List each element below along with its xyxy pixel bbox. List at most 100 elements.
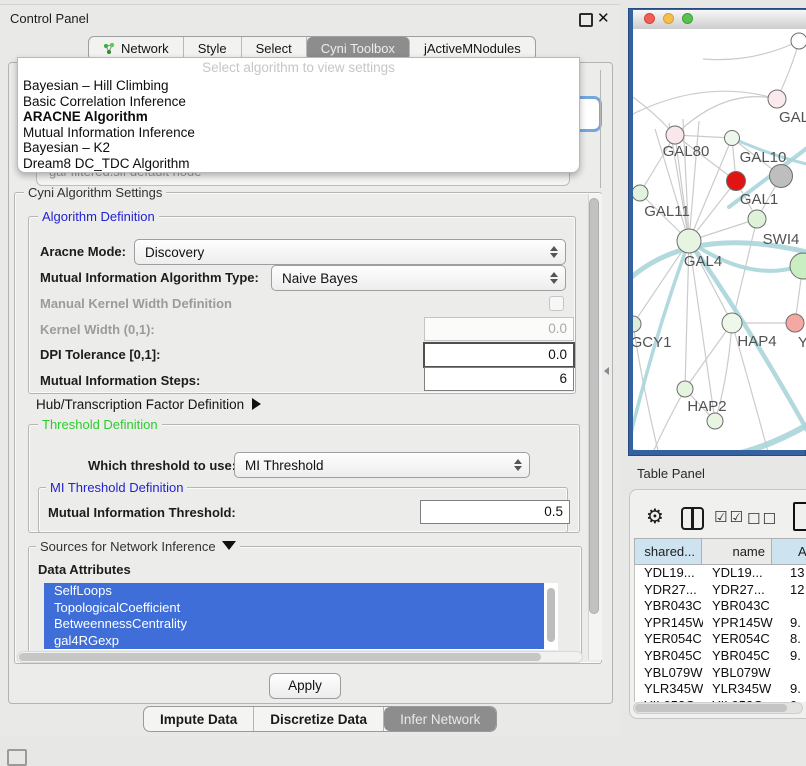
close-traffic-light[interactable]: [644, 13, 655, 24]
attributes-scrollbar[interactable]: [547, 588, 555, 642]
table-cell[interactable]: 9.: [773, 615, 806, 632]
algorithm-option-basic-correlation-inference[interactable]: Basic Correlation Inference: [18, 94, 579, 110]
table-row[interactable]: YLR345WYLR345W9.: [635, 681, 806, 698]
attribute-item-topologicalcoefficient[interactable]: TopologicalCoefficient: [44, 600, 544, 617]
network-node-gal11[interactable]: [633, 185, 648, 201]
tab-infer-network[interactable]: Infer Network: [384, 707, 496, 731]
algorithm-option-aracne-algorithm[interactable]: ARACNE Algorithm: [18, 109, 579, 125]
table-cell[interactable]: YER054C: [635, 631, 703, 648]
network-canvas[interactable]: GALGAL80GAL10GAL1GAL11SWI4GAL4GCY1HAP4YH…: [633, 29, 806, 450]
column-header-a[interactable]: A: [772, 538, 806, 565]
attribute-item-selfloops[interactable]: SelfLoops: [44, 583, 544, 600]
network-node-gal10-gray[interactable]: [770, 165, 793, 188]
dpi-tolerance-field[interactable]: 0.0: [423, 342, 575, 368]
network-edge[interactable]: [633, 241, 689, 324]
gear-icon[interactable]: ⚙: [646, 504, 664, 528]
minimize-traffic-light[interactable]: [663, 13, 674, 24]
settings-vertical-scrollbar-thumb[interactable]: [589, 198, 599, 614]
hub-section-toggle[interactable]: Hub/Transcription Factor Definition: [36, 397, 261, 412]
algorithm-option-mutual-information-inference[interactable]: Mutual Information Inference: [18, 125, 579, 141]
network-edge[interactable]: [675, 97, 777, 135]
table-cell[interactable]: [773, 598, 806, 615]
mi-steps-field[interactable]: 6: [424, 367, 574, 391]
table-cell[interactable]: YER054C: [703, 631, 773, 648]
table-cell[interactable]: YBR045C: [703, 648, 773, 665]
tab-discretize-data[interactable]: Discretize Data: [254, 707, 384, 731]
network-node-gal10[interactable]: [725, 131, 740, 146]
network-node-top-partial[interactable]: [791, 33, 806, 49]
table-horizontal-scrollbar-thumb[interactable]: [635, 704, 787, 712]
zoom-traffic-light[interactable]: [682, 13, 693, 24]
algorithm-option-dream8-dc-tdc-algorithm[interactable]: Dream8 DC_TDC Algorithm: [18, 156, 579, 172]
dpi-tolerance-label: DPI Tolerance [0,1]:: [40, 347, 160, 362]
network-node-hap4[interactable]: [722, 313, 742, 333]
table-cell[interactable]: YBR043C: [703, 598, 773, 615]
data-attributes-list[interactable]: SelfLoopsTopologicalCoefficientBetweenne…: [44, 583, 558, 650]
attribute-item-betweennesscentrality[interactable]: BetweennessCentrality: [44, 616, 544, 633]
close-icon[interactable]: ✕: [597, 9, 610, 27]
network-edge[interactable]: [703, 41, 799, 60]
algorithm-option-bayesian-hill-climbing[interactable]: Bayesian – Hill Climbing: [18, 78, 579, 94]
column-header-shared[interactable]: shared...: [634, 538, 702, 565]
column-header-name[interactable]: name: [702, 538, 772, 565]
network-node-left-partial[interactable]: [633, 316, 641, 332]
aracne-mode-combo[interactable]: Discovery: [134, 239, 566, 265]
table-row[interactable]: YBR045CYBR045C9.: [635, 648, 806, 665]
network-node-swi4[interactable]: [748, 210, 766, 228]
columns-icon[interactable]: [681, 507, 704, 530]
table-cell[interactable]: 12: [773, 582, 806, 599]
export-table-icon[interactable]: [793, 502, 806, 531]
network-node-label: GAL4: [684, 253, 722, 270]
minimized-panel-icon[interactable]: [7, 749, 27, 766]
table-row[interactable]: YPR145WYPR145W9.: [635, 615, 806, 632]
network-node-hap2[interactable]: [677, 381, 693, 397]
table-cell[interactable]: YBL079W: [635, 665, 703, 682]
table-cell[interactable]: YDL19...: [635, 565, 703, 582]
tab-impute-data[interactable]: Impute Data: [144, 707, 254, 731]
table-cell[interactable]: YDR27...: [703, 582, 773, 599]
table-cell[interactable]: YLR345W: [703, 681, 773, 698]
table-cell[interactable]: YPR145W: [635, 615, 703, 632]
apply-button[interactable]: Apply: [269, 673, 341, 699]
network-node-gal1[interactable]: [727, 172, 746, 191]
table-cell[interactable]: YPR145W: [703, 615, 773, 632]
table-cell[interactable]: 8.: [773, 631, 806, 648]
table-row[interactable]: YBR043CYBR043C: [635, 598, 806, 615]
panel-divider-grip[interactable]: [604, 367, 609, 375]
algorithm-option-bayesian-k2[interactable]: Bayesian – K2: [18, 140, 579, 156]
table-cell[interactable]: YLR345W: [635, 681, 703, 698]
kernel-width-field[interactable]: 0.0: [424, 317, 574, 341]
table-row[interactable]: YER054CYER054C8.: [635, 631, 806, 648]
table-cell[interactable]: 13: [773, 565, 806, 582]
network-node-gal80[interactable]: [666, 126, 684, 144]
table-cell[interactable]: YBR043C: [635, 598, 703, 615]
manual-kernel-checkbox[interactable]: [549, 296, 564, 311]
table-cell[interactable]: [773, 665, 806, 682]
settings-horizontal-scrollbar-thumb[interactable]: [19, 653, 541, 661]
network-node-gal-partial[interactable]: [768, 90, 786, 108]
table-row[interactable]: YDR27...YDR27...12: [635, 582, 806, 599]
select-all-checkboxes-icon[interactable]: ☑☑: [714, 508, 745, 526]
network-node-big-right[interactable]: [790, 253, 806, 279]
table-row[interactable]: YBL079WYBL079W: [635, 665, 806, 682]
float-panel-icon[interactable]: [579, 13, 593, 27]
which-threshold-combo[interactable]: MI Threshold: [234, 452, 530, 478]
table-cell[interactable]: YBR045C: [635, 648, 703, 665]
mi-type-combo[interactable]: Naive Bayes: [271, 265, 566, 291]
network-edge[interactable]: [633, 91, 777, 117]
table-row[interactable]: YDL19...YDL19...13: [635, 565, 806, 582]
table-cell[interactable]: 9.: [773, 648, 806, 665]
sources-group-toggle[interactable]: Sources for Network Inference: [36, 539, 240, 554]
deselect-all-checkboxes-icon[interactable]: ☐☐: [747, 510, 778, 528]
network-node-y-partial[interactable]: [786, 314, 804, 332]
mi-threshold-field[interactable]: 0.5: [420, 500, 570, 524]
network-node-bottom-partial[interactable]: [707, 413, 723, 429]
table-cell[interactable]: YDL19...: [703, 565, 773, 582]
attribute-item-gal4rgexp[interactable]: gal4RGexp: [44, 633, 544, 650]
network-edge[interactable]: [689, 121, 699, 241]
table-cell[interactable]: 9.: [773, 681, 806, 698]
table-cell[interactable]: YBL079W: [703, 665, 773, 682]
table-cell[interactable]: YDR27...: [635, 582, 703, 599]
network-node-gal4[interactable]: [677, 229, 701, 253]
network-window-titlebar[interactable]: [633, 10, 806, 30]
